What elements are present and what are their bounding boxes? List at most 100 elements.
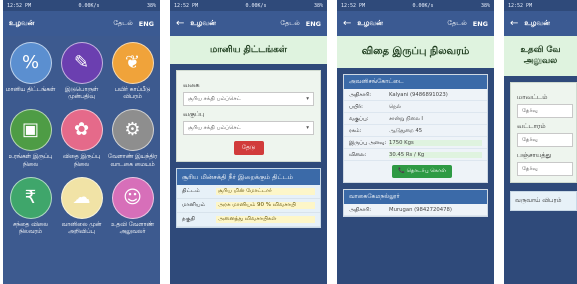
tractor-icon: ⚙ — [111, 109, 154, 152]
seed-stock-screen: 12:52 PM 0.00K/s 38% ← உழவன் தேடல் ENG வ… — [337, 0, 494, 284]
block-value: தேர்வு — [522, 136, 538, 143]
block-label: வட்டாரம் — [517, 122, 546, 130]
table-row: தகுதி அனைத்து விவசாயிகள் — [177, 213, 320, 228]
dropdown-arrow-icon: ▾ — [306, 96, 309, 102]
search-submit-button[interactable]: தேடு — [233, 141, 264, 155]
stock-card: அவனிசங்கோட்டை அதிகாரி: Kalyani (948689102… — [343, 74, 488, 183]
home-tile[interactable]: ▣ உரங்கள் இருப்பு நிலை — [5, 109, 56, 168]
officer-screen: 12:52 PM ← உழவன் உதவி வே அலுவல மாவட்டம் … — [504, 0, 577, 284]
tile-label: விதை இருப்பு நிலை — [62, 154, 101, 168]
app-bar: உழவன் தேடல் ENG — [3, 11, 160, 36]
status-bar: 12:52 PM 0.00K/s 38% — [337, 0, 494, 11]
table-row: விலை: 30.45 Rs / Kg — [344, 149, 487, 161]
status-net: 0.00K/s — [412, 2, 434, 9]
contact-button[interactable]: 📞 தொடர்பு கொள் — [392, 165, 452, 178]
class-label: வகுப்பு — [183, 110, 205, 118]
app-title: உழவன் — [190, 19, 216, 27]
language-toggle[interactable]: ENG — [139, 20, 154, 28]
home-tile[interactable]: ☺ உதவி வேளாண் அலுவலர் — [107, 176, 158, 236]
home-tile[interactable]: % மானிய திட்டங்கள் — [5, 42, 56, 101]
row-value: அரசு மானியம் 90 % விவசாயி — [216, 202, 315, 210]
row-key: ரகம்: — [349, 127, 362, 134]
app-bar: ← உழவன் தேடல் ENG — [170, 11, 327, 36]
status-time: 12:52 PM — [174, 2, 199, 9]
search-button[interactable]: தேடல் — [280, 19, 299, 28]
home-tile[interactable]: ✎ இடுபொருள் முன்பதிவு — [56, 42, 107, 101]
search-button[interactable]: தேடல் — [113, 19, 132, 28]
home-tile[interactable]: ₹ சந்தை விலை நிலவரம் — [5, 176, 56, 236]
filter-panel: மாவட்டம் தேர்வு வட்டாரம் தேர்வு பஞ்சாயத்… — [510, 82, 577, 183]
card-title: அவனிசங்கோட்டை — [344, 75, 487, 89]
table-row: திட்டம் சூரிய மின் மோட்டார் — [177, 185, 320, 200]
category-value: சூரிய சக்தி பம்ப்செட் — [188, 95, 241, 102]
page-title: உதவி வே அலுவல — [504, 36, 577, 76]
language-toggle[interactable]: ENG — [473, 20, 488, 28]
dropdown-arrow-icon: ▾ — [306, 125, 309, 131]
page-title-line1: உதவி வே — [520, 44, 561, 55]
status-time: 12:52 PM — [508, 2, 533, 9]
app-title: உழவன் — [9, 19, 35, 27]
status-bar: 12:52 PM 0.00K/s 38% — [3, 0, 160, 11]
note-icon: ✎ — [60, 42, 103, 84]
table-row: அதிகாரி: Murugan (9842720478) — [344, 204, 487, 216]
row-key: தகுதி — [182, 216, 195, 223]
district-select[interactable]: தேர்வு — [517, 104, 573, 118]
back-arrow-icon[interactable]: ← — [176, 18, 184, 29]
tile-label: வானிலை முன் அறிவிப்பு — [61, 221, 102, 236]
panchayat-value: தேர்வு — [522, 165, 538, 172]
card-title: வாகைகேமநல்லூர் — [344, 190, 487, 204]
app-bar: ← உழவன் — [504, 11, 577, 36]
stock-card: வாகைகேமநல்லூர் அதிகாரி: Murugan (98427204… — [343, 189, 488, 217]
row-value: 30.45 Rs / Kg — [389, 151, 482, 158]
home-grid: % மானிய திட்டங்கள் ✎ இடுபொருள் முன்பதிவு ❦ பய… — [3, 36, 160, 242]
status-bar: 12:52 PM — [504, 0, 577, 11]
search-button[interactable]: தேடல் — [447, 19, 466, 28]
row-value: 1750 Kgs — [389, 139, 482, 146]
money-bag-icon: ₹ — [9, 176, 52, 219]
class-select[interactable]: சூரிய சக்தி பம்ப்செட் ▾ — [183, 121, 314, 135]
back-arrow-icon[interactable]: ← — [510, 18, 518, 29]
scheme-icon: % — [9, 42, 52, 84]
table-row: வகுப்பு: சான்று நிலை I — [344, 113, 487, 125]
row-key: பயிர்: — [349, 103, 363, 110]
home-tile[interactable]: ⚙ வேளாண் இயந்திர வாடகை மையம் — [107, 109, 158, 168]
panchayat-select[interactable]: தேர்வு — [517, 162, 573, 176]
row-key: மானியம் — [182, 202, 206, 209]
row-key: திட்டம் — [182, 188, 200, 195]
page-title: மானிய திட்டங்கள் — [170, 36, 327, 64]
home-tile[interactable]: ✿ விதை இருப்பு நிலை — [56, 109, 107, 168]
status-net: 0.00K/s — [245, 2, 267, 9]
row-key: அதிகாரி: — [349, 91, 371, 98]
table-row: இருப்பு அளவு: 1750 Kgs — [344, 137, 487, 149]
table-row: பயிர்: நெல் — [344, 101, 487, 113]
row-value: நெல் — [389, 103, 401, 110]
tile-label: மானிய திட்டங்கள் — [5, 87, 56, 93]
category-label: வகை — [183, 81, 200, 89]
subsidy-screen: 12:52 PM 0.00K/s 38% ← உழவன் தேடல் ENG ம… — [170, 0, 327, 284]
tile-label: பயிர் காப்பீடு விபரம் — [114, 87, 151, 101]
app-bar: ← உழவன் தேடல் ENG — [337, 11, 494, 36]
block-select[interactable]: தேர்வு — [517, 133, 573, 147]
status-battery: 38% — [146, 2, 156, 9]
tile-label: உதவி வேளாண் அலுவலர் — [111, 221, 154, 236]
tile-label: வேளாண் இயந்திர வாடகை மையம் — [107, 154, 158, 168]
status-time: 12:52 PM — [7, 2, 32, 9]
row-key: வகுப்பு: — [349, 115, 369, 122]
back-arrow-icon[interactable]: ← — [343, 18, 351, 29]
status-bar: 12:52 PM 0.00K/s 38% — [170, 0, 327, 11]
district-value: தேர்வு — [522, 107, 538, 114]
page-title: விதை இருப்பு நிலவரம் — [337, 36, 494, 68]
district-label: மாவட்டம் — [517, 93, 548, 101]
home-tile[interactable]: ❦ பயிர் காப்பீடு விபரம் — [107, 42, 158, 101]
row-value: ஆடுதுறை 45 — [389, 127, 423, 134]
app-title: உழவன் — [524, 19, 550, 27]
panchayat-label: பஞ்சாயத்து — [517, 151, 552, 159]
table-row: மானியம் அரசு மானியம் 90 % விவசாயி — [177, 199, 320, 214]
tile-label: உரங்கள் இருப்பு நிலை — [8, 154, 53, 168]
page-title-line2: அலுவல — [523, 56, 558, 66]
category-select[interactable]: சூரிய சக்தி பம்ப்செட் ▾ — [183, 92, 314, 106]
language-toggle[interactable]: ENG — [306, 20, 321, 28]
row-value: அனைத்து விவசாயிகள் — [216, 216, 315, 224]
status-net: 0.00K/s — [78, 2, 100, 9]
home-tile[interactable]: ☁ வானிலை முன் அறிவிப்பு — [56, 176, 107, 236]
